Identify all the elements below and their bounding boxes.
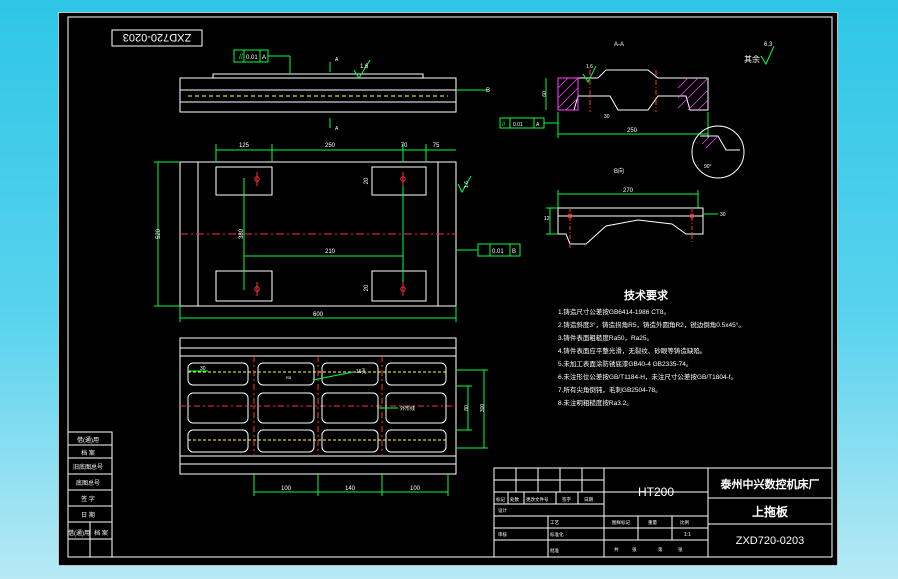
tb-scale: 1:1 — [684, 532, 691, 538]
rough-other-label: 其余 — [744, 54, 760, 64]
strip-label-0: 借(通)用 — [77, 436, 99, 444]
strip-label-2: 旧底图总号 — [73, 463, 103, 471]
tb-label-1: 处数 — [510, 496, 519, 503]
rough-a: 1.6 — [586, 64, 593, 70]
dim-30: 30 — [200, 366, 206, 372]
drawing-sheet: ZXD720-0203 借(通)用 档 案 旧底图总号 底图总号 签 字 日 期… — [58, 12, 838, 566]
dim-12: 12 — [544, 216, 550, 222]
tb-part-name: 上拖板 — [752, 504, 789, 519]
dim-140: 140 — [345, 486, 356, 492]
strip-label-4: 签 字 — [81, 495, 95, 503]
tol-parallel-2-sym: A — [536, 122, 540, 128]
dim-75: 75 — [433, 143, 440, 149]
tech-line-4: 4.铸件表面应平整光滑，无裂纹、砂眼等铸造缺陷。 — [558, 346, 706, 355]
dim-210: 210 — [325, 249, 336, 255]
dim-520: 520 — [156, 228, 162, 239]
dim-70: 70 — [401, 143, 408, 149]
plan-view: 125 250 70 75 520 380 210 20 20 600 0.01… — [154, 143, 521, 322]
left-strip: 借(通)用 档 案 旧底图总号 底图总号 签 字 日 期 借(通)用 档 案 — [67, 431, 113, 558]
dim-80: 80 — [464, 405, 470, 411]
tb-label-13: 共 — [614, 546, 619, 553]
tech-line-7: 7.所有尖角倒钝，毛刺GB2504-78。 — [558, 385, 662, 394]
dim-250: 250 — [325, 143, 336, 149]
view-b-label: B向 — [614, 167, 624, 175]
dim-380: 380 — [239, 228, 245, 239]
svg-text:A: A — [335, 57, 339, 63]
title-block: 标记 处数 更改文件号 签字 日期 设计 审核 工艺 标准化 批准 图样标记 重… — [493, 467, 833, 558]
tech-line-3: 3.铸件表面粗糙度Ra50，Ra25。 — [558, 333, 653, 342]
dim-125: 125 — [239, 143, 250, 149]
dim-30b: 30 — [604, 114, 610, 120]
tech-requirements: 技术要求 1.铸造尺寸公差按GB6414-1986 CT8。 2.铸造斜度3°，… — [558, 288, 745, 407]
tb-label-16: 张 — [678, 546, 683, 553]
dim-100b: 100 — [410, 486, 421, 492]
svg-text:90°: 90° — [704, 164, 712, 170]
tech-line-8: 8.未注明粗糙度按Ra3.2。 — [558, 398, 633, 407]
tech-line-1: 1.铸造尺寸公差按GB6414-1986 CT8。 — [558, 307, 670, 316]
view-b: B向 270 12 30 — [544, 167, 726, 248]
dim-600: 600 — [313, 312, 324, 318]
tb-label-0: 标记 — [496, 496, 505, 503]
strip-label-6: 借(通)用 — [68, 529, 90, 537]
tol-parallel: 0.01 — [246, 55, 258, 61]
tech-title: 技术要求 — [624, 288, 669, 302]
dim-100a: 100 — [281, 486, 292, 492]
sym-b-top: B — [486, 88, 490, 94]
tb-label-5: 设计 — [498, 507, 507, 514]
tech-line-6: 6.未注形位公差按GB/T1184-H，未注尺寸公差按GB/T1804-f。 — [558, 372, 737, 381]
rough-side: 1.6 — [464, 181, 470, 188]
tol-parallel-2: 0.01 — [513, 122, 523, 128]
svg-text:30: 30 — [720, 212, 726, 218]
tb-label-6: 审核 — [498, 531, 507, 538]
label-outline: 外形线 — [400, 405, 415, 412]
tb-label-9: 批准 — [550, 547, 559, 554]
tb-label-7: 工艺 — [550, 520, 559, 525]
strip-label-3: 底图总号 — [76, 479, 100, 487]
tech-line-5: 5.未加工表面涂防锈底漆GB40-4 GB2335-74。 — [558, 359, 692, 368]
tech-line-2: 2.铸造斜度3°，铸造拐角R5，铸造外圆角R2，锐边倒角0.5x45°。 — [558, 320, 745, 329]
tb-material: HT200 — [638, 485, 674, 499]
rough-other-value: 6.3 — [764, 42, 773, 48]
dim-60: 60 — [542, 91, 548, 97]
tb-label-15: 第 — [658, 546, 663, 553]
tb-company: 泰州中兴数控机床厂 — [720, 477, 820, 491]
dim-300: 300 — [480, 404, 486, 413]
tb-drawing-no: ZXD720-0203 — [736, 535, 805, 547]
tb-label-10: 图样标记 — [612, 519, 630, 526]
tol-flat: 0.01 — [492, 249, 504, 255]
tb-label-4: 日期 — [584, 497, 593, 503]
strip-label-5: 日 期 — [81, 511, 95, 519]
section-aa-view: A-A 1.6 // 0.01 A 250 60 30 90° 其余 6.3 — [499, 42, 775, 179]
svg-text:A: A — [335, 126, 339, 132]
dim-270: 270 — [623, 188, 634, 194]
tol-sym-a: A — [262, 55, 266, 61]
tb-label-2: 更改文件号 — [526, 496, 549, 503]
svg-text:R5: R5 — [286, 375, 292, 380]
strip-label-1: 档 案 — [81, 449, 95, 457]
svg-text://: // — [239, 54, 243, 61]
tol-flat-sym: B — [512, 249, 516, 255]
section-label: A-A — [614, 42, 624, 48]
bottom-view: 30 16孔 外形线 R5 80 300 100 140 100 — [179, 337, 488, 496]
tb-label-14: 张 — [632, 546, 637, 553]
label-holes: 16孔 — [356, 368, 367, 375]
svg-text://: // — [502, 122, 506, 128]
cad-drawing: ZXD720-0203 借(通)用 档 案 旧底图总号 底图总号 签 字 日 期… — [58, 12, 838, 566]
dim-20a: 20 — [364, 177, 370, 184]
code-top-mirrored: ZXD720-0203 — [123, 31, 192, 43]
strip-label-7: 档 案 — [94, 529, 108, 537]
drawing-frame — [67, 16, 833, 558]
rough-top: 1.6 — [360, 64, 369, 70]
dim-250b: 250 — [627, 128, 638, 134]
tb-label-11: 重量 — [648, 519, 657, 526]
dim-20b: 20 — [364, 284, 370, 291]
top-elevation-view: B // 0.01 A 1.6 A A — [179, 49, 490, 132]
tb-label-3: 签字 — [562, 496, 571, 502]
tb-label-8: 标准化 — [550, 531, 564, 538]
tb-label-12: 比例 — [680, 519, 689, 526]
